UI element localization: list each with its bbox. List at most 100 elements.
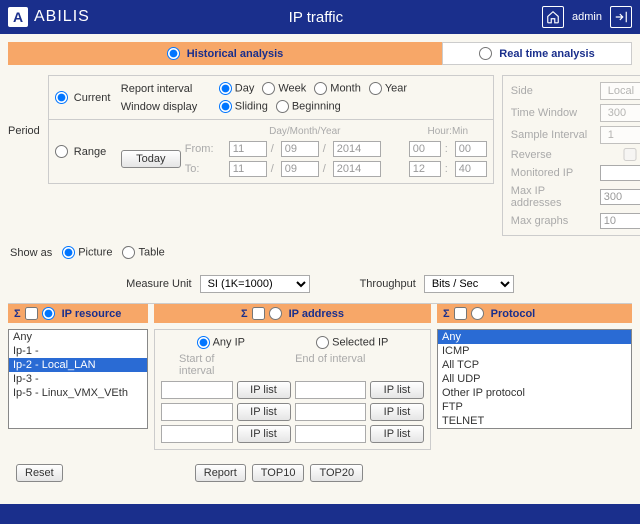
list-item[interactable]: Any (438, 330, 631, 344)
ip-start-2[interactable] (161, 403, 233, 421)
protocol-radio[interactable] (471, 307, 484, 320)
from-label: From: (185, 143, 225, 155)
ip-list-button[interactable]: IP list (237, 381, 291, 399)
list-item[interactable]: Ip-5 - Linux_VMX_VEth (9, 386, 147, 400)
period-box: Current Report interval Day Week Month Y… (48, 75, 494, 184)
list-item[interactable]: Ip-1 - (9, 344, 147, 358)
list-item[interactable]: Other IP protocol (438, 386, 631, 400)
list-item[interactable]: SMTP (438, 428, 631, 429)
ip-end-2[interactable] (295, 403, 367, 421)
sample-interval-label: Sample Interval (511, 129, 596, 141)
start-interval-label: Start of interval (161, 353, 233, 377)
hm-label: Hour:Min (409, 126, 487, 137)
protocol-label: Protocol (491, 308, 536, 320)
tab-realtime-radio[interactable] (479, 47, 492, 60)
list-item[interactable]: FTP (438, 400, 631, 414)
list-item[interactable]: Any (9, 330, 147, 344)
to-year[interactable] (333, 161, 381, 177)
opt-month[interactable]: Month (314, 82, 361, 95)
tab-historical-radio[interactable] (167, 47, 180, 60)
to-day[interactable] (229, 161, 267, 177)
max-graphs-input[interactable] (600, 213, 640, 229)
list-item[interactable]: Ip-2 - Local_LAN (9, 358, 147, 372)
period-range-radio[interactable] (55, 145, 68, 158)
ip-address-radio[interactable] (269, 307, 282, 320)
measure-unit-select[interactable]: SI (1K=1000) (200, 275, 310, 293)
reset-button[interactable]: Reset (16, 464, 63, 482)
top10-button[interactable]: TOP10 (252, 464, 305, 482)
reverse-label: Reverse (511, 149, 596, 161)
sigma-protocol-checkbox[interactable] (454, 307, 467, 320)
to-label: To: (185, 163, 225, 175)
opt-beginning[interactable]: Beginning (276, 100, 341, 113)
show-as-table[interactable]: Table (122, 246, 164, 259)
opt-day[interactable]: Day (219, 82, 255, 95)
show-as-picture[interactable]: Picture (62, 246, 112, 259)
throughput-select[interactable]: Bits / Sec (424, 275, 514, 293)
ip-start-3[interactable] (161, 425, 233, 443)
any-ip[interactable]: Any IP (197, 336, 245, 349)
sigma-ip-resource-checkbox[interactable] (25, 307, 38, 320)
analysis-tabs: Historical analysis Real time analysis (8, 42, 632, 65)
monitored-ip-label: Monitored IP (511, 167, 596, 179)
ip-end-1[interactable] (295, 381, 367, 399)
tab-historical-label: Historical analysis (187, 48, 284, 60)
brand-name: ABILIS (34, 8, 90, 26)
ip-list-button[interactable]: IP list (370, 425, 424, 443)
ip-list-button[interactable]: IP list (237, 403, 291, 421)
ip-address-box: Any IP Selected IP Start of interval End… (154, 329, 431, 450)
opt-year[interactable]: Year (369, 82, 407, 95)
reverse-checkbox[interactable] (600, 148, 640, 161)
ip-list-button[interactable]: IP list (237, 425, 291, 443)
report-button[interactable]: Report (195, 464, 246, 482)
list-item[interactable]: All UDP (438, 372, 631, 386)
ip-resource-radio[interactable] (42, 307, 55, 320)
period-current-label: Current (74, 92, 111, 104)
period-range[interactable]: Range (55, 145, 115, 158)
period-current[interactable]: Current (55, 91, 115, 104)
opt-sliding[interactable]: Sliding (219, 100, 268, 113)
monitored-ip-input[interactable] (600, 165, 640, 181)
dmy-label: Day/Month/Year (229, 126, 381, 137)
list-item[interactable]: Ip-3 - (9, 372, 147, 386)
ip-resource-label: IP resource (62, 308, 122, 320)
period-current-radio[interactable] (55, 91, 68, 104)
sigma-ip-address-checkbox[interactable] (252, 307, 265, 320)
ip-end-3[interactable] (295, 425, 367, 443)
from-hour[interactable] (409, 141, 441, 157)
to-min[interactable] (455, 161, 487, 177)
from-month[interactable] (281, 141, 319, 157)
ip-address-label: IP address (289, 308, 344, 320)
list-item[interactable]: All TCP (438, 358, 631, 372)
today-button[interactable]: Today (121, 150, 181, 168)
protocol-listbox[interactable]: AnyICMPAll TCPAll UDPOther IP protocolFT… (437, 329, 632, 429)
from-day[interactable] (229, 141, 267, 157)
from-year[interactable] (333, 141, 381, 157)
max-ip-input[interactable] (600, 189, 640, 205)
opt-week[interactable]: Week (262, 82, 306, 95)
ip-list-button[interactable]: IP list (370, 403, 424, 421)
logout-icon[interactable] (610, 6, 632, 28)
max-graphs-label: Max graphs (511, 215, 596, 227)
side-label: Side (511, 85, 596, 97)
side-select[interactable]: Local (600, 82, 640, 100)
tab-historical[interactable]: Historical analysis (8, 42, 442, 65)
time-window-select[interactable]: 300 (600, 104, 640, 122)
home-icon[interactable] (542, 6, 564, 28)
ip-start-1[interactable] (161, 381, 233, 399)
top20-button[interactable]: TOP20 (310, 464, 363, 482)
from-min[interactable] (455, 141, 487, 157)
realtime-settings: Side Local Time Window 300 (sec) Sample … (502, 75, 640, 236)
to-hour[interactable] (409, 161, 441, 177)
tab-realtime[interactable]: Real time analysis (442, 42, 632, 65)
ip-list-button[interactable]: IP list (370, 381, 424, 399)
to-month[interactable] (281, 161, 319, 177)
sample-interval-select[interactable]: 1 (600, 126, 640, 144)
time-window-label: Time Window (511, 107, 596, 119)
measure-unit-label: Measure Unit (126, 278, 191, 290)
ip-resource-listbox[interactable]: AnyIp-1 -Ip-2 - Local_LANIp-3 -Ip-5 - Li… (8, 329, 148, 429)
end-interval-label: End of interval (295, 353, 367, 377)
selected-ip[interactable]: Selected IP (316, 336, 388, 349)
list-item[interactable]: ICMP (438, 344, 631, 358)
list-item[interactable]: TELNET (438, 414, 631, 428)
